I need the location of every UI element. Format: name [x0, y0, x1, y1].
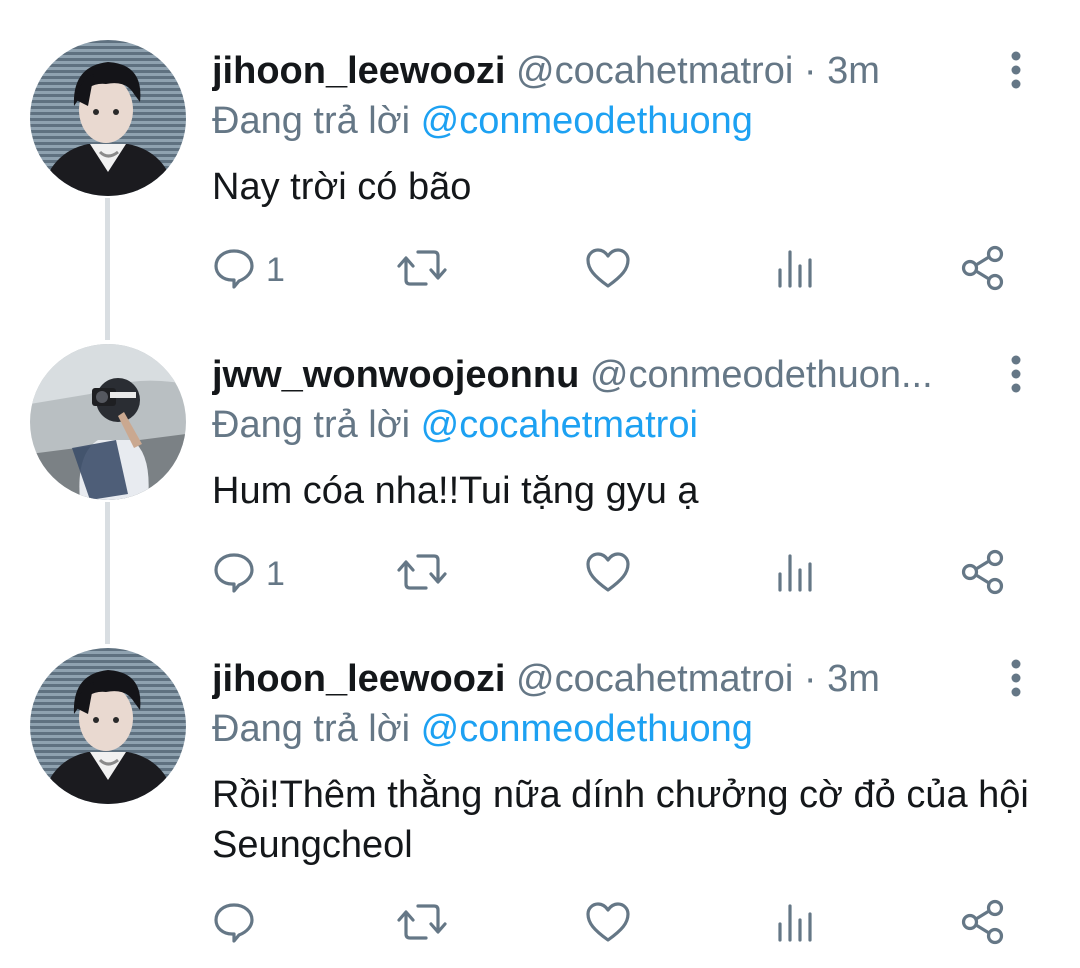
- like-icon: [584, 246, 632, 295]
- share-icon: [960, 899, 1006, 950]
- tweet-header: jihoon_leewoozi @cocahetmatroi · 3m: [212, 46, 982, 96]
- display-name[interactable]: jww_wonwoojeonnu: [212, 354, 579, 396]
- tweet-actions: 1: [212, 546, 1012, 602]
- replying-to-mention[interactable]: @conmeodethuong: [421, 100, 753, 142]
- retweet-icon: [396, 900, 448, 949]
- replying-to-label: Đang trả lời: [212, 708, 411, 750]
- replying-to: Đang trả lời @conmeodethuong: [212, 704, 753, 754]
- reply-button[interactable]: 1: [212, 546, 285, 602]
- replying-to-mention[interactable]: @conmeodethuong: [421, 708, 753, 750]
- user-handle[interactable]: @conmeodethuon...: [590, 354, 933, 396]
- like-icon: [584, 900, 632, 949]
- avatar[interactable]: [30, 344, 186, 500]
- tweet-item[interactable]: jihoon_leewoozi @cocahetmatroi · 3m Đang…: [0, 608, 1080, 968]
- analytics-icon: [774, 900, 818, 949]
- separator-dot: ·: [803, 658, 817, 700]
- tweet-actions: 1: [212, 242, 1012, 298]
- like-icon: [584, 550, 632, 599]
- retweet-icon: [396, 550, 448, 599]
- replying-to-label: Đang trả lời: [212, 100, 411, 142]
- retweet-icon: [396, 246, 448, 295]
- tweet-text: Rồi!Thêm thằng nữa dính chưởng cờ đỏ của…: [212, 774, 1029, 866]
- replying-to-mention[interactable]: @cocahetmatroi: [421, 404, 698, 446]
- reply-icon: [212, 246, 256, 295]
- more-vertical-icon[interactable]: [998, 352, 1034, 396]
- retweet-button[interactable]: [396, 546, 448, 602]
- tweet-item[interactable]: jww_wonwoojeonnu @conmeodethuon... Đang …: [0, 304, 1080, 608]
- share-button[interactable]: [960, 242, 1006, 298]
- more-vertical-icon[interactable]: [998, 656, 1034, 700]
- analytics-icon: [774, 550, 818, 599]
- timestamp[interactable]: 3m: [827, 50, 880, 92]
- retweet-button[interactable]: [396, 896, 448, 952]
- share-button[interactable]: [960, 896, 1006, 952]
- like-button[interactable]: [584, 546, 632, 602]
- analytics-button[interactable]: [774, 896, 818, 952]
- reply-icon: [212, 550, 256, 599]
- like-button[interactable]: [584, 896, 632, 952]
- analytics-button[interactable]: [774, 546, 818, 602]
- tweet-header: jihoon_leewoozi @cocahetmatroi · 3m: [212, 654, 982, 704]
- replying-to: Đang trả lời @conmeodethuong: [212, 96, 753, 146]
- display-name[interactable]: jihoon_leewoozi: [212, 658, 505, 700]
- reply-button[interactable]: 1: [212, 242, 285, 298]
- share-button[interactable]: [960, 546, 1006, 602]
- replying-to: Đang trả lời @cocahetmatroi: [212, 400, 698, 450]
- avatar[interactable]: [30, 648, 186, 804]
- reply-count: 1: [266, 250, 285, 289]
- tweet-text: Hum cóa nha!!Tui tặng gyu ạ: [212, 470, 699, 512]
- tweet-text: Nay trời có bão: [212, 166, 472, 208]
- display-name[interactable]: jihoon_leewoozi: [212, 50, 505, 92]
- analytics-button[interactable]: [774, 242, 818, 298]
- replying-to-label: Đang trả lời: [212, 404, 411, 446]
- tweet-item[interactable]: jihoon_leewoozi @cocahetmatroi · 3m Đang…: [0, 0, 1080, 304]
- reply-icon: [212, 900, 256, 949]
- timestamp[interactable]: 3m: [827, 658, 880, 700]
- tweet-header: jww_wonwoojeonnu @conmeodethuon...: [212, 350, 982, 400]
- analytics-icon: [774, 246, 818, 295]
- more-vertical-icon[interactable]: [998, 48, 1034, 92]
- avatar[interactable]: [30, 40, 186, 196]
- share-icon: [960, 245, 1006, 296]
- tweet-actions: [212, 896, 1012, 952]
- user-handle[interactable]: @cocahetmatroi: [516, 658, 793, 700]
- like-button[interactable]: [584, 242, 632, 298]
- reply-button[interactable]: [212, 896, 266, 952]
- share-icon: [960, 549, 1006, 600]
- reply-count: 1: [266, 554, 285, 593]
- separator-dot: ·: [803, 50, 817, 92]
- user-handle[interactable]: @cocahetmatroi: [516, 50, 793, 92]
- retweet-button[interactable]: [396, 242, 448, 298]
